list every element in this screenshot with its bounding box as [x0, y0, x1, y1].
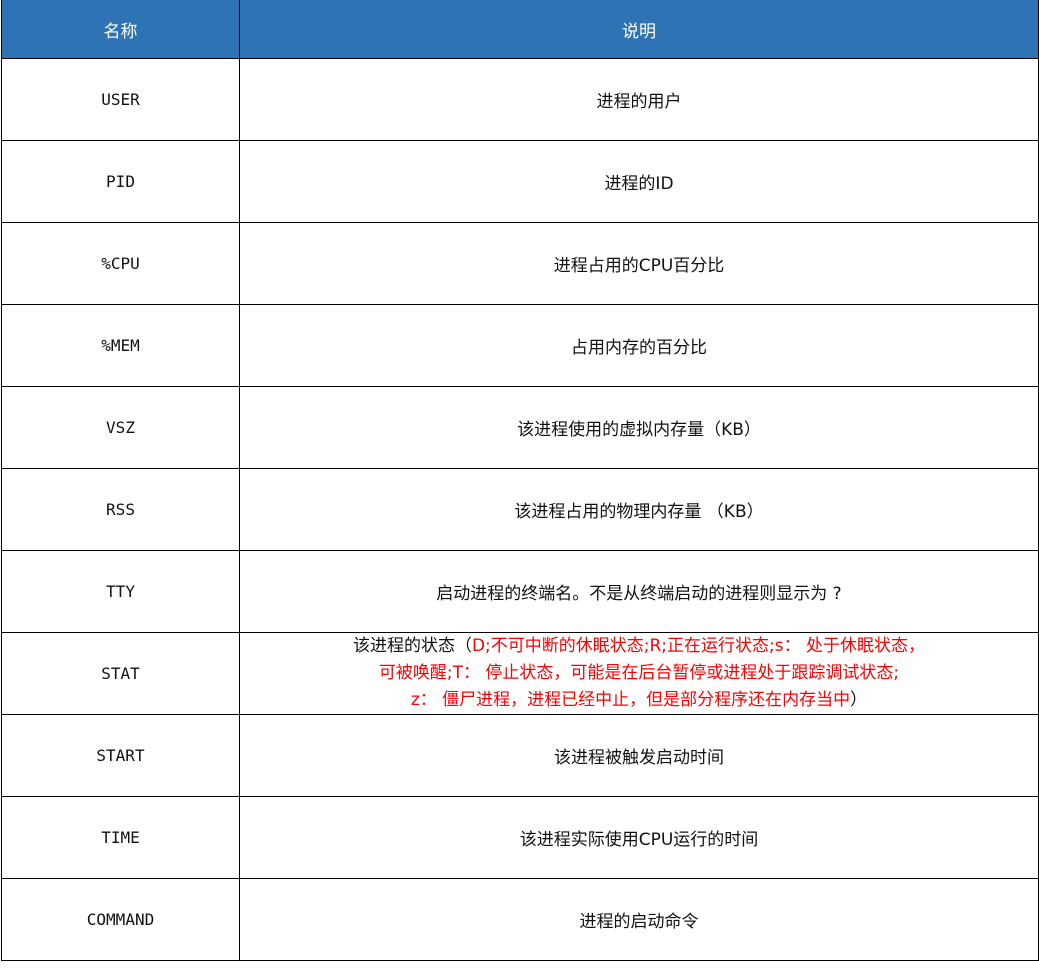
field-description: 进程的用户	[239, 58, 1039, 141]
field-name: COMMAND	[1, 878, 240, 961]
field-name: %MEM	[1, 304, 240, 387]
field-description: 该进程使用的虚拟内存量（KB）	[239, 386, 1039, 469]
field-description: 占用内存的百分比	[239, 304, 1039, 387]
stat-description-line-2: 可被唤醒;T： 停止状态，可能是在后台暂停或进程处于跟踪调试状态;	[378, 663, 900, 683]
table-header-row: 名称 说明	[1, 0, 1039, 59]
stat-description-line-3: z： 僵尸进程，进程已经中止，但是部分程序还在内存当中）	[240, 687, 1038, 714]
table-row: TTY 启动进程的终端名。不是从终端启动的进程则显示为 ?	[1, 550, 1039, 633]
field-name: PID	[1, 140, 240, 223]
header-description: 说明	[239, 0, 1039, 59]
ps-fields-table: 名称 说明 USER 进程的用户 PID 进程的ID %CPU 进程占用的CPU…	[1, 0, 1039, 961]
field-description: 该进程占用的物理内存量 （KB）	[239, 468, 1039, 551]
table-row: %MEM 占用内存的百分比	[1, 304, 1039, 387]
field-name: VSZ	[1, 386, 240, 469]
table-row: PID 进程的ID	[1, 140, 1039, 223]
table-row: COMMAND 进程的启动命令	[1, 878, 1039, 961]
table-row: TIME 该进程实际使用CPU运行的时间	[1, 796, 1039, 879]
table-row: %CPU 进程占用的CPU百分比	[1, 222, 1039, 305]
field-description: 启动进程的终端名。不是从终端启动的进程则显示为 ?	[239, 550, 1039, 633]
table-row: STAT 该进程的状态（D;不可中断的休眠状态;R;正在运行状态;s： 处于休眠…	[1, 632, 1039, 715]
field-description: 进程占用的CPU百分比	[239, 222, 1039, 305]
field-name: TTY	[1, 550, 240, 633]
field-name: STAT	[1, 632, 240, 715]
table-row: RSS 该进程占用的物理内存量 （KB）	[1, 468, 1039, 551]
field-name: TIME	[1, 796, 240, 879]
field-name: USER	[1, 58, 240, 141]
field-description: 进程的ID	[239, 140, 1039, 223]
field-description: 进程的启动命令	[239, 878, 1039, 961]
field-description-stat: 该进程的状态（D;不可中断的休眠状态;R;正在运行状态;s： 处于休眠状态， 可…	[239, 632, 1039, 715]
stat-description-suffix: ）	[850, 690, 868, 710]
table-row: VSZ 该进程使用的虚拟内存量（KB）	[1, 386, 1039, 469]
field-description: 该进程被触发启动时间	[239, 714, 1039, 797]
stat-description-highlight-3: z： 僵尸进程，进程已经中止，但是部分程序还在内存当中	[410, 690, 851, 710]
header-name: 名称	[1, 0, 240, 59]
table-row: USER 进程的用户	[1, 58, 1039, 141]
field-name: %CPU	[1, 222, 240, 305]
field-name: RSS	[1, 468, 240, 551]
stat-description-highlight-1: D;不可中断的休眠状态;R;正在运行状态;s： 处于休眠状态，	[471, 636, 926, 656]
table-row: START 该进程被触发启动时间	[1, 714, 1039, 797]
field-description: 该进程实际使用CPU运行的时间	[239, 796, 1039, 879]
field-name: START	[1, 714, 240, 797]
stat-description-line-1: 该进程的状态（D;不可中断的休眠状态;R;正在运行状态;s： 处于休眠状态，	[240, 633, 1038, 660]
stat-description-prefix: 该进程的状态（	[352, 636, 472, 656]
